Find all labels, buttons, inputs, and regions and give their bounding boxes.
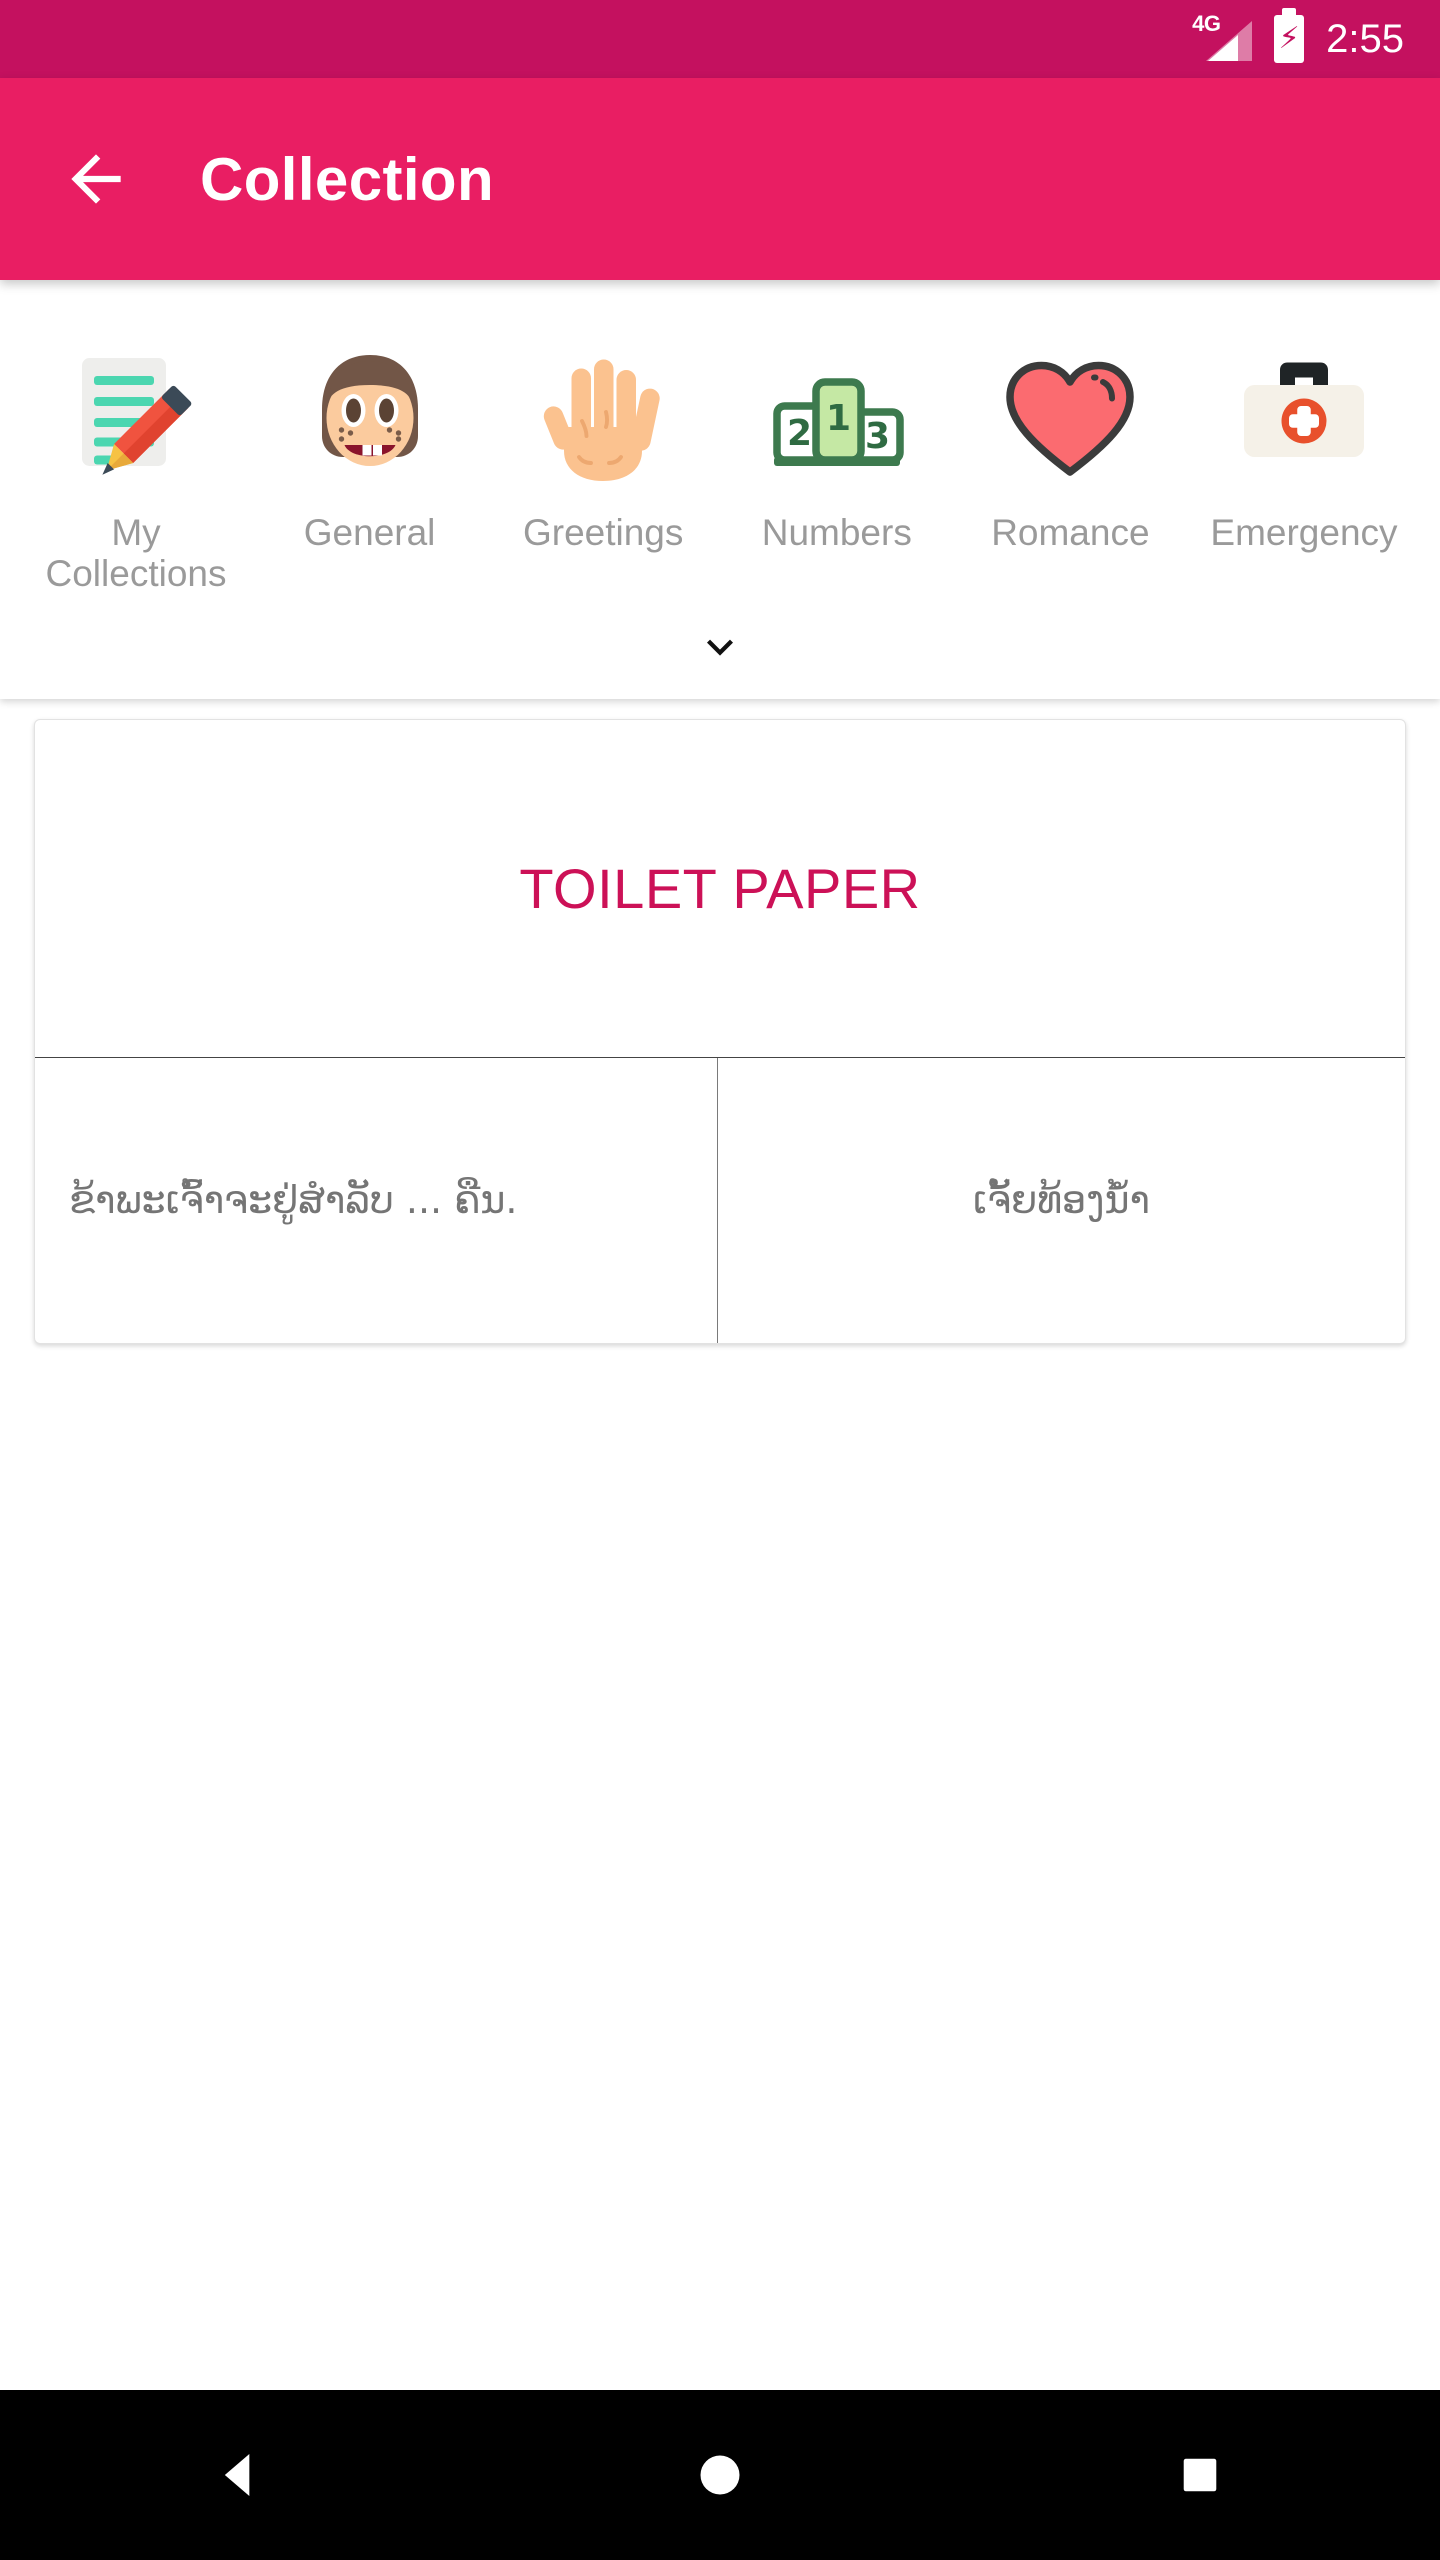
charging-bolt-glyph: ⚡ [1278,22,1300,55]
category-item-emergency[interactable]: Emergency [1190,330,1418,553]
status-bar-right-cluster: 4G ⚡ 2:55 [1192,8,1404,63]
heart-icon [982,330,1158,506]
category-item-romance[interactable]: Romance [956,330,1184,553]
category-label: Emergency [1210,512,1398,553]
phrase-card[interactable]: TOILET PAPER ຂ້າພະເຈົ້າຈະຢູ່ສໍາລັບ ... ຄ… [34,718,1406,1344]
nav-back-button[interactable] [140,2415,340,2535]
translation-secondary-text: ເຈັ້ຍທ້ອງນໍ້າ [972,1177,1151,1222]
content-area: TOILET PAPER ຂ້າພະເຈົ້າຈະຢູ່ສໍາລັບ ... ຄ… [0,698,1440,2390]
square-recents-icon [1183,2458,1217,2492]
phrase-headline-text: TOILET PAPER [519,856,921,920]
category-item-my-collections[interactable]: My Collections [22,330,250,595]
category-item-greetings[interactable]: Greetings [489,330,717,553]
translation-cell-primary[interactable]: ຂ້າພະເຈົ້າຈະຢູ່ສໍາລັບ ... ຄືນ. [35,1057,718,1343]
podium-ranking-icon: 2 1 3 [749,330,925,506]
category-item-numbers[interactable]: 2 1 3 Numbers [723,330,951,553]
signal-bars-filled [1208,35,1239,61]
translation-cell-secondary[interactable]: ເຈັ້ຍທ້ອງນໍ້າ [718,1058,1405,1343]
category-label: Numbers [761,512,912,553]
status-bar-clock: 2:55 [1326,17,1404,61]
first-aid-kit-icon [1216,330,1392,506]
phrase-card-headline: TOILET PAPER [35,720,1405,1057]
girl-face-icon [282,330,458,506]
android-navigation-bar [0,2390,1440,2560]
triangle-back-icon [224,2454,250,2496]
category-label: Greetings [522,512,684,553]
category-label: Romance [991,512,1150,553]
open-hand-icon [515,330,691,506]
nav-recents-button[interactable] [1100,2415,1300,2535]
category-label: My Collections [45,512,227,595]
memo-pencil-icon [48,330,224,506]
phrase-card-bottom-row: ຂ້າພະເຈົ້າຈະຢູ່ສໍາລັບ ... ຄືນ. ເຈັ້ຍທ້ອງ… [35,1056,1405,1343]
svg-text:2: 2 [787,413,812,454]
signal-strength-icon: 4G [1192,13,1253,63]
category-item-general[interactable]: General [256,330,484,553]
battery-charging-icon: ⚡ [1274,8,1305,63]
chevron-down-icon [707,639,733,656]
nav-home-button[interactable] [620,2415,820,2535]
app-bar: Collection [0,78,1440,280]
arrow-left-icon [71,154,121,204]
back-button[interactable] [48,131,144,227]
category-label: General [303,512,436,553]
translation-primary-text: ຂ້າພະເຈົ້າຈະຢູ່ສໍາລັບ ... ຄືນ. [69,1177,518,1222]
svg-text:3: 3 [865,416,890,457]
status-bar: 4G ⚡ 2:55 [0,0,1440,78]
category-row: My Collections General Greetings 2 1 3 N… [0,330,1440,595]
svg-text:1: 1 [826,398,851,439]
app-root: 4G ⚡ 2:55 Collection My Collections Gene… [0,0,1440,2560]
category-panel: My Collections General Greetings 2 1 3 N… [0,280,1440,699]
circle-home-icon [700,2455,740,2495]
expand-categories-button[interactable] [0,595,1440,699]
page-title: Collection [200,145,495,213]
